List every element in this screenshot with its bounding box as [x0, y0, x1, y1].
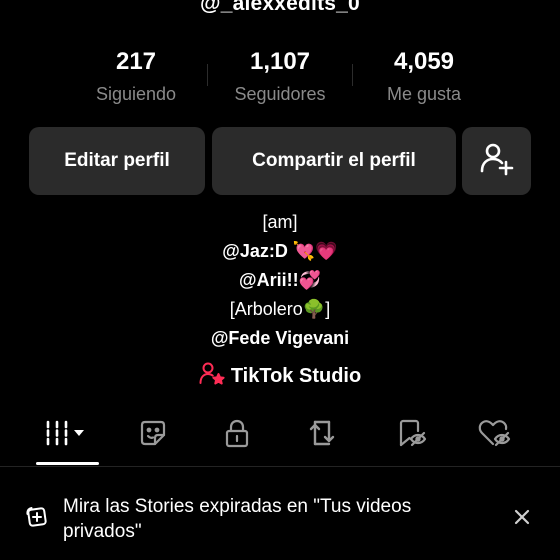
- stat-followers-label: Seguidores: [234, 84, 326, 104]
- tab-reposts[interactable]: [282, 410, 362, 460]
- close-icon[interactable]: [512, 507, 532, 532]
- bio-line: @Fede Vigevani: [0, 324, 560, 353]
- bio-text: ]: [325, 299, 331, 319]
- tabs-divider: [0, 466, 560, 467]
- stories-banner[interactable]: Mira las Stories expiradas en "Tus video…: [0, 494, 560, 548]
- profile-bio: [am] @Jaz:D 💘💗 @Arii!!💞 [Arbolero🌳] @Fed…: [0, 208, 560, 353]
- story-plus-icon: [24, 504, 50, 535]
- sticker-icon: [137, 417, 169, 454]
- bio-mention[interactable]: @Jaz:D: [222, 241, 288, 261]
- active-tab-indicator: [36, 462, 99, 465]
- tab-liked[interactable]: [454, 410, 534, 460]
- profile-stats: 217 Siguiendo 1,107 Seguidores 4,059 Me …: [0, 46, 560, 116]
- add-person-icon: [479, 140, 515, 182]
- bio-emoji: 💘💗: [292, 241, 338, 261]
- tab-favorites[interactable]: [370, 410, 450, 460]
- add-friend-button[interactable]: [462, 127, 531, 195]
- stat-followers-value: 1,107: [249, 48, 311, 75]
- bio-emoji: 💞: [298, 270, 321, 290]
- heart-hidden-icon: [477, 417, 511, 454]
- grid-icon: [42, 418, 94, 453]
- bio-mention[interactable]: @Arii!!: [239, 270, 299, 290]
- person-star-icon: [199, 361, 231, 391]
- profile-username: @_alexxedits_0: [200, 0, 360, 15]
- bio-mention[interactable]: @Fede Vigevani: [211, 328, 349, 348]
- lock-icon: [221, 417, 253, 454]
- stat-following-value: 217: [115, 48, 157, 75]
- bio-text: [Arbolero: [229, 299, 303, 319]
- tab-videos[interactable]: [28, 410, 108, 460]
- stories-banner-text: Mira las Stories expiradas en "Tus video…: [63, 496, 412, 542]
- tiktok-studio-label: TikTok Studio: [230, 364, 362, 387]
- bio-emoji: 🌳: [302, 299, 326, 319]
- bio-line: @Jaz:D 💘💗: [0, 237, 560, 266]
- stat-following[interactable]: 217 Siguiendo: [61, 46, 211, 105]
- share-profile-button[interactable]: Compartir el perfil: [212, 127, 456, 195]
- profile-tabs: [0, 410, 560, 466]
- tab-private[interactable]: [197, 410, 277, 460]
- stat-likes-value: 4,059: [393, 48, 455, 75]
- bio-line: [am]: [262, 212, 298, 232]
- tab-stickers[interactable]: [113, 410, 193, 460]
- stat-likes-label: Me gusta: [386, 84, 462, 104]
- stat-following-label: Siguiendo: [95, 84, 177, 104]
- repost-icon: [306, 417, 338, 454]
- stat-likes[interactable]: 4,059 Me gusta: [349, 46, 499, 105]
- bio-line: [Arbolero🌳]: [0, 295, 560, 324]
- stat-followers[interactable]: 1,107 Seguidores: [205, 46, 355, 105]
- edit-profile-button[interactable]: Editar perfil: [29, 127, 205, 195]
- bio-line: @Arii!!💞: [0, 266, 560, 295]
- bookmark-hidden-icon: [393, 417, 427, 454]
- tiktok-studio-link[interactable]: TikTok Studio: [0, 361, 560, 391]
